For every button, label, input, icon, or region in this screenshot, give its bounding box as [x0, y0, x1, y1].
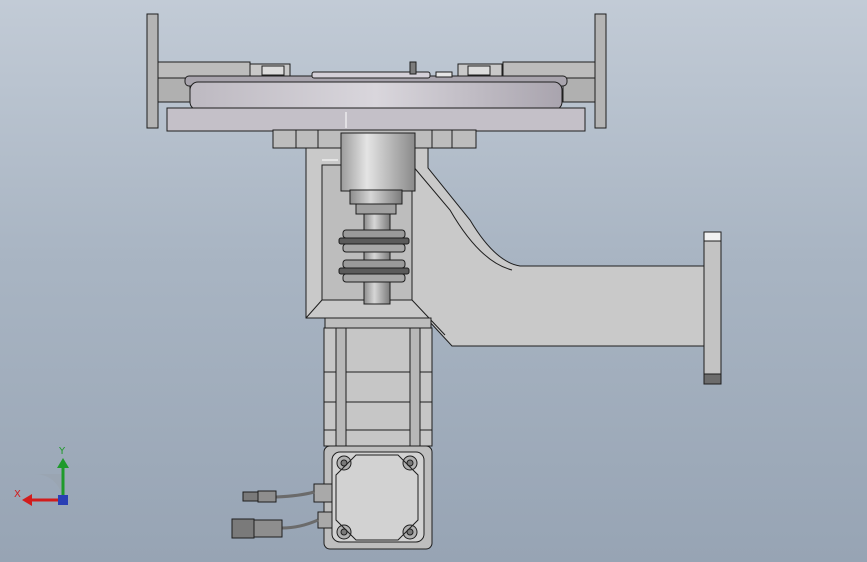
z-axis-origin	[58, 495, 68, 505]
coordinate-triad: Y X	[14, 446, 69, 506]
platter	[189, 81, 563, 111]
servo-motor	[313, 317, 433, 550]
motor-cables	[231, 490, 319, 539]
coupling-lower	[338, 259, 410, 283]
coupling-upper	[338, 229, 410, 253]
motor-adapter	[324, 317, 432, 329]
arm-end-flange	[703, 231, 722, 385]
rotary-platform	[146, 13, 607, 149]
y-axis-label: Y	[58, 446, 66, 457]
cable-gland	[313, 483, 333, 503]
left-clamp-plate	[146, 13, 159, 129]
right-clamp-plate	[594, 13, 607, 129]
shaft	[363, 213, 391, 305]
cable-connector-upper	[257, 490, 277, 503]
bearing-housing	[340, 132, 416, 192]
cable-connector-lower	[253, 519, 283, 538]
x-axis-label: X	[14, 489, 21, 500]
assembly-drawing[interactable]: Y X	[0, 0, 867, 562]
base-plate	[166, 107, 586, 132]
cad-viewport[interactable]: Y X	[0, 0, 867, 562]
